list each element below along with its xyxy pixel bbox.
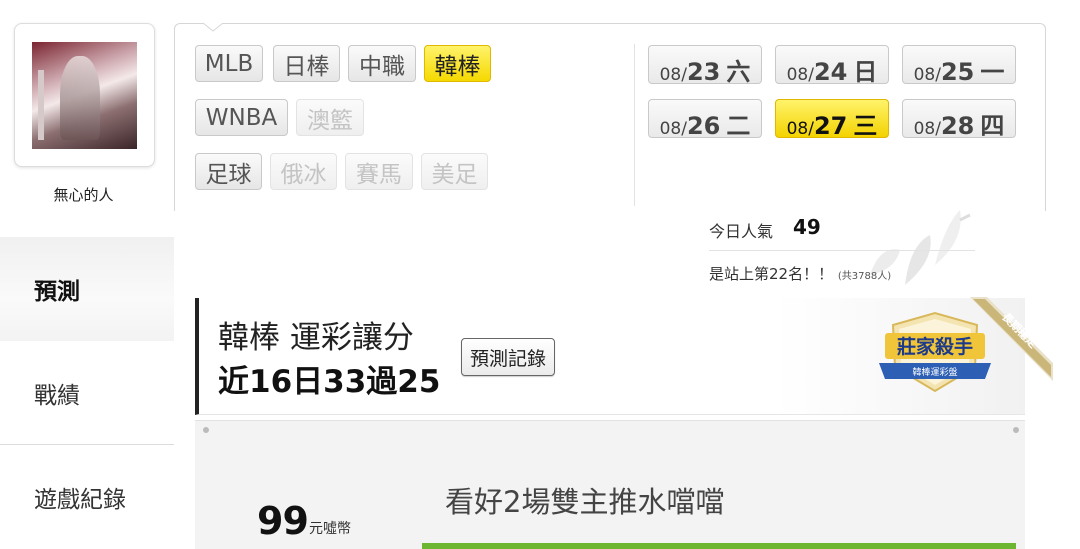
tab-league-soccer[interactable]: 足球 (195, 153, 262, 190)
sidebar-item-prediction[interactable]: 預測 (0, 237, 174, 341)
date-day: 25 (940, 58, 975, 86)
date-day: 24 (813, 58, 848, 86)
popularity-value: 49 (793, 215, 821, 239)
tab-label: 賽馬 (356, 161, 402, 188)
tab-league-npb[interactable]: 日棒 (273, 45, 340, 82)
date-day: 27 (813, 112, 848, 140)
tab-league-wnba[interactable]: WNBA (195, 99, 288, 136)
prediction-text[interactable]: 看好2場雙主推水噹噹 (445, 479, 724, 521)
date-0827[interactable]: 08/27 三 (775, 99, 889, 140)
tab-league-khl: 俄冰 (270, 153, 337, 190)
record-summary: 近16日33過25 (218, 364, 441, 400)
popularity-label: 今日人氣 (709, 222, 774, 241)
date-weekday: 三 (853, 112, 878, 140)
date-weekday: 二 (726, 112, 751, 140)
tab-label: 俄冰 (280, 161, 327, 188)
sidebar-item-game-history[interactable]: 遊戲紀錄 (0, 445, 174, 548)
rank-total: (共3788人) (837, 271, 892, 282)
username: 無心的人 (53, 186, 114, 204)
pin-icon (203, 427, 209, 433)
rank-text: 是站上第22名！！ (共3788人) (709, 263, 891, 284)
tab-league-nbl: 澳籃 (296, 99, 364, 136)
date-day: 26 (686, 112, 721, 140)
date-0825[interactable]: 08/25 一 (902, 45, 1016, 86)
date-weekday: 六 (726, 58, 751, 86)
tab-league-kbo[interactable]: 韓棒 (424, 45, 491, 82)
prediction-card[interactable]: 99 元噓幣 看好2場雙主推水噹噹 (195, 420, 1025, 549)
date-0828[interactable]: 08/28 四 (902, 99, 1016, 140)
date-month: 08/ (659, 119, 687, 139)
tab-label: WNBA (205, 104, 278, 131)
date-month: 08/ (786, 119, 814, 139)
prediction-price-unit: 元噓幣 (309, 521, 351, 537)
date-month: 08/ (913, 119, 941, 139)
date-0824[interactable]: 08/24 日 (775, 45, 889, 86)
prediction-history-button[interactable]: 預測記錄 (461, 338, 556, 376)
sidebar-item-label: 預測 (34, 279, 80, 305)
date-month: 08/ (786, 65, 814, 85)
panel-pointer-icon (203, 23, 223, 32)
pin-icon (1013, 427, 1019, 433)
prediction-bar (422, 543, 1016, 549)
tab-league-nfl: 美足 (421, 153, 488, 190)
rank-label: 是站上第22名！！ (709, 265, 834, 283)
date-day: 28 (940, 112, 975, 140)
date-month: 08/ (659, 65, 687, 85)
tab-league-mlb[interactable]: MLB (195, 45, 263, 82)
tab-label: 中職 (359, 53, 405, 80)
date-0826[interactable]: 08/26 二 (648, 99, 762, 140)
svg-text:莊家殺手: 莊家殺手 (897, 335, 973, 358)
svg-text:韓棒運彩盤: 韓棒運彩盤 (912, 366, 957, 378)
divider (634, 44, 635, 206)
tab-label: 澳籃 (307, 107, 353, 134)
date-0823[interactable]: 08/23 六 (648, 45, 762, 86)
tab-league-cpbl[interactable]: 中職 (348, 45, 416, 82)
record-title: 韓棒 運彩讓分 (218, 320, 414, 356)
tab-league-horse-racing: 賽馬 (345, 153, 413, 190)
divider (709, 250, 975, 251)
sidebar-item-record[interactable]: 戰績 (0, 341, 174, 445)
date-weekday: 日 (853, 58, 878, 86)
badge-banker-killer: 長期穩定 莊家殺手 韓棒運彩盤 (879, 297, 1053, 393)
date-month: 08/ (913, 65, 941, 85)
tab-label: 韓棒 (434, 53, 481, 80)
tab-label: 日棒 (283, 53, 330, 80)
avatar[interactable] (32, 42, 137, 149)
sidebar-item-label: 遊戲紀錄 (34, 486, 126, 513)
tab-label: MLB (204, 50, 254, 77)
date-weekday: 四 (980, 112, 1005, 140)
avatar-card[interactable] (14, 23, 155, 167)
date-weekday: 一 (980, 58, 1005, 86)
tab-label: 足球 (205, 161, 252, 188)
tab-label: 美足 (431, 161, 478, 188)
date-day: 23 (686, 58, 721, 86)
prediction-price: 99 (257, 499, 309, 543)
sidebar-item-label: 戰績 (34, 383, 80, 409)
